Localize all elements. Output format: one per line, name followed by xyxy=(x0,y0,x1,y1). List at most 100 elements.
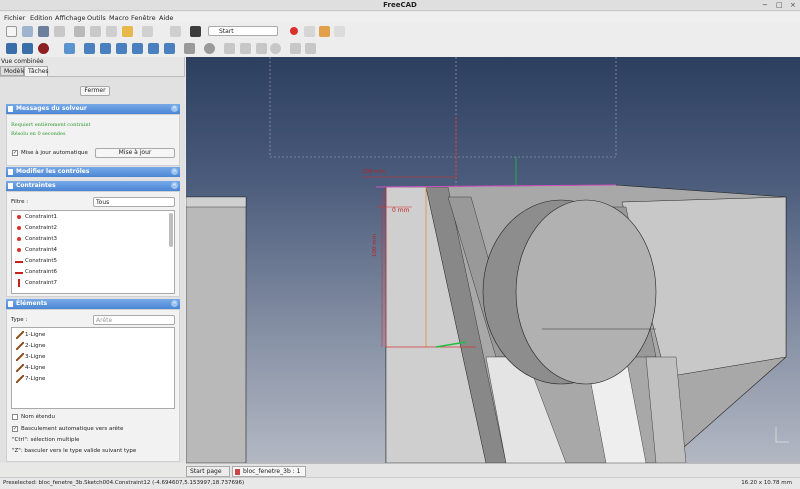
constraints-header[interactable]: Contraintes « xyxy=(6,181,180,191)
menu-outils[interactable]: Outils xyxy=(87,14,106,22)
extended-names-checkbox[interactable] xyxy=(12,414,18,420)
list-item[interactable]: Constraint4 xyxy=(15,245,57,256)
minimize-button[interactable]: − xyxy=(762,1,768,9)
close-window-button[interactable]: × xyxy=(790,1,796,9)
3d-viewport[interactable]: 100 mm 0 mm 100 mm xyxy=(186,57,800,463)
tab-document[interactable]: bloc_fenetre_3b : 1 xyxy=(232,466,306,477)
tab-modele[interactable]: Modèle xyxy=(0,66,26,76)
front-view-icon[interactable] xyxy=(84,43,95,54)
tab-start-page[interactable]: Start page xyxy=(186,466,230,477)
bottom-view-icon[interactable] xyxy=(148,43,159,54)
list-item[interactable]: 2-Ligne xyxy=(15,341,45,352)
constraint-label: Constraint4 xyxy=(25,247,58,253)
refresh-icon[interactable] xyxy=(170,26,181,37)
filter-label: Filtre : xyxy=(11,199,29,205)
save-icon[interactable] xyxy=(38,26,49,37)
constraint-label: Constraint7 xyxy=(25,280,58,286)
undo-icon[interactable] xyxy=(122,26,133,37)
save-as-icon[interactable] xyxy=(54,26,65,37)
coincident-icon xyxy=(17,237,21,241)
menu-fenetre[interactable]: Fenêtre xyxy=(131,14,156,22)
refresh-nav-icon[interactable] xyxy=(256,43,267,54)
fit-all-icon[interactable] xyxy=(6,43,17,54)
type-select[interactable]: Arête xyxy=(93,315,175,325)
solver-constraint-status: Requiert entièrement contraint xyxy=(11,122,91,128)
close-task-button[interactable]: Fermer xyxy=(80,86,110,96)
menu-aide[interactable]: Aide xyxy=(159,14,173,22)
list-item[interactable]: Constraint2 xyxy=(15,223,57,234)
horizontal-icon xyxy=(15,272,23,274)
cut-icon[interactable] xyxy=(74,26,85,37)
line-icon xyxy=(16,353,24,361)
hint-z: "Z": basculer vers le type valide suivan… xyxy=(12,448,137,454)
dimension-horizontal[interactable]: 100 mm xyxy=(362,169,385,175)
expand-icon[interactable]: » xyxy=(171,168,178,175)
isometric-view-icon[interactable] xyxy=(64,43,75,54)
elements-header[interactable]: Éléments « xyxy=(6,299,180,309)
auto-update-checkbox[interactable]: ✓ xyxy=(12,150,18,156)
solver-messages-body: Requiert entièrement contraint Résolu en… xyxy=(6,114,180,166)
list-item[interactable]: Constraint3 xyxy=(15,234,57,245)
menu-macro[interactable]: Macro xyxy=(109,14,129,22)
list-item[interactable]: 1-Ligne xyxy=(15,330,45,341)
constraints-body: Filtre : Tous Constraint1 Constraint2 Co… xyxy=(6,191,180,297)
list-item[interactable]: Constraint6 xyxy=(15,267,57,278)
document-icon xyxy=(235,469,240,475)
constraint-label: Constraint1 xyxy=(25,214,58,220)
zoom-out-icon[interactable] xyxy=(305,43,316,54)
list-item[interactable]: Constraint1 xyxy=(15,212,57,223)
copy-icon[interactable] xyxy=(90,26,101,37)
collapse-icon[interactable]: « xyxy=(171,182,178,189)
record-macro-icon[interactable] xyxy=(290,27,298,35)
edit-controls-header[interactable]: Modifier les contrôles » xyxy=(6,167,180,177)
back-arrow-icon[interactable] xyxy=(224,43,235,54)
solver-messages-header[interactable]: Messages du solveur « xyxy=(6,104,180,114)
list-item[interactable]: 4-Ligne xyxy=(15,363,45,374)
menu-affichage[interactable]: Affichage xyxy=(55,14,86,22)
coincident-icon xyxy=(17,226,21,230)
rear-view-icon[interactable] xyxy=(132,43,143,54)
list-item[interactable]: Constraint7 xyxy=(15,278,57,289)
top-view-icon[interactable] xyxy=(100,43,111,54)
fit-selection-icon[interactable] xyxy=(22,43,33,54)
update-button[interactable]: Mise à jour xyxy=(95,148,175,158)
measure-icon[interactable] xyxy=(184,43,195,54)
combo-view-panel: Vue combinée Modèle Tâches Fermer Messag… xyxy=(0,57,185,463)
elements-list: 1-Ligne 2-Ligne 3-Ligne 4-Ligne 7-Ligne xyxy=(11,327,175,409)
zoom-in-icon[interactable] xyxy=(290,43,301,54)
stop-loading-icon[interactable] xyxy=(270,43,281,54)
maximize-button[interactable]: □ xyxy=(776,1,783,9)
std-part-icon[interactable] xyxy=(204,43,215,54)
execute-macro-icon[interactable] xyxy=(334,26,345,37)
tab-taches[interactable]: Tâches xyxy=(24,66,49,76)
stop-macro-icon[interactable] xyxy=(304,26,315,37)
coincident-icon xyxy=(17,215,21,219)
new-file-icon[interactable] xyxy=(6,26,17,37)
menu-edition[interactable]: Edition xyxy=(30,14,53,22)
element-label: 1-Ligne xyxy=(25,332,46,338)
dimension-vertical[interactable]: 100 mm xyxy=(372,234,378,257)
whats-this-icon[interactable] xyxy=(190,26,201,37)
type-label: Type : xyxy=(11,317,28,323)
paste-icon[interactable] xyxy=(106,26,117,37)
list-item[interactable]: Constraint5 xyxy=(15,256,57,267)
list-scrollbar[interactable] xyxy=(169,213,173,247)
list-item[interactable]: 3-Ligne xyxy=(15,352,45,363)
list-item[interactable]: 7-Ligne xyxy=(15,374,45,385)
macro-combo[interactable]: Start xyxy=(208,26,278,36)
collapse-icon[interactable]: « xyxy=(171,105,178,112)
right-view-icon[interactable] xyxy=(116,43,127,54)
line-icon xyxy=(16,375,24,383)
open-file-icon[interactable] xyxy=(22,26,33,37)
auto-switch-checkbox[interactable]: ✓ xyxy=(12,426,18,432)
dimension-zero[interactable]: 0 mm xyxy=(392,207,409,214)
macro-editor-icon[interactable] xyxy=(319,26,330,37)
forward-arrow-icon[interactable] xyxy=(240,43,251,54)
title-bar: FreeCAD − □ × xyxy=(0,0,800,11)
draw-style-icon[interactable] xyxy=(38,43,49,54)
left-view-icon[interactable] xyxy=(164,43,175,54)
collapse-icon[interactable]: « xyxy=(171,300,178,307)
menu-fichier[interactable]: Fichier xyxy=(4,14,25,22)
redo-icon[interactable] xyxy=(142,26,153,37)
filter-select[interactable]: Tous xyxy=(93,197,175,207)
